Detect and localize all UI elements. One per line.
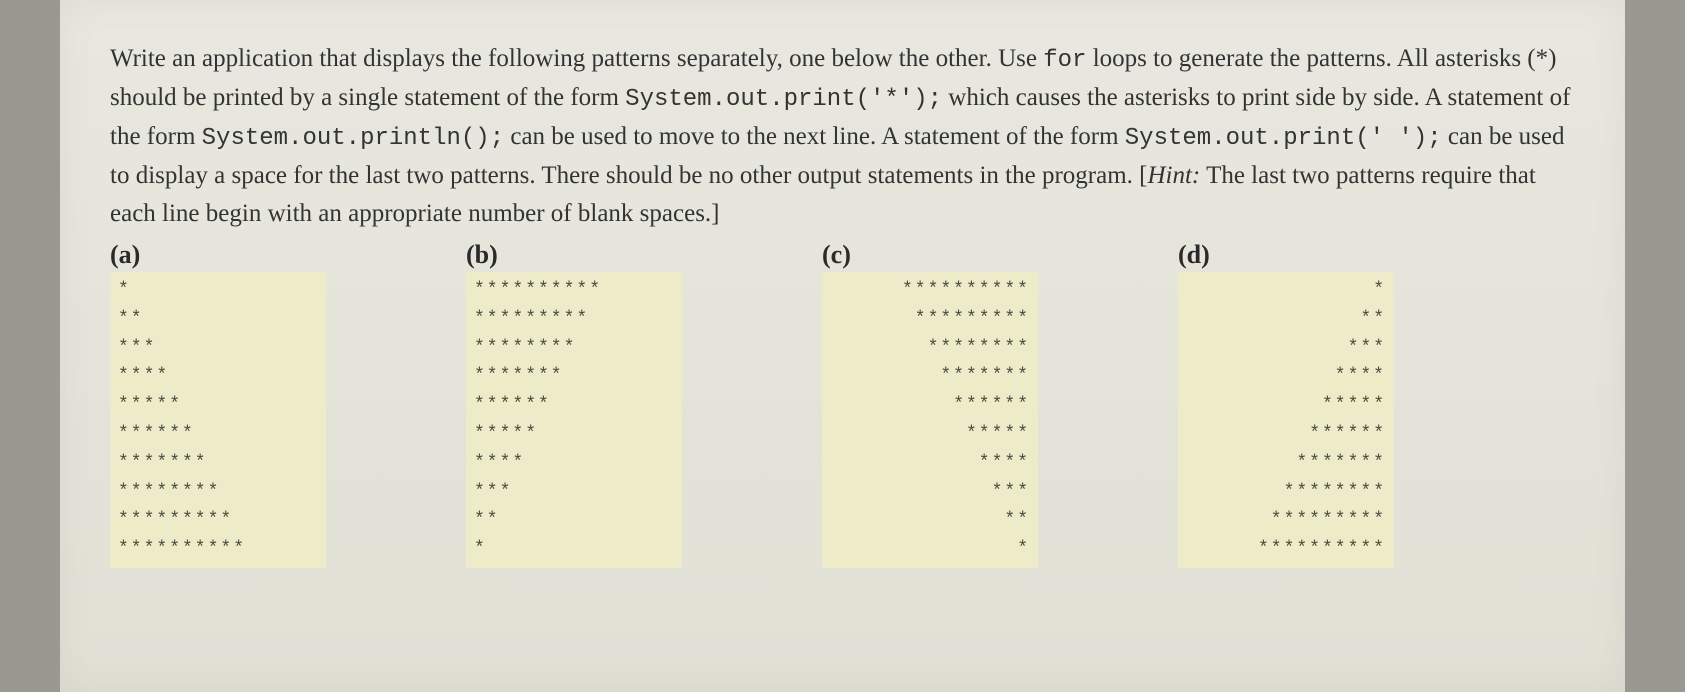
question-code4: System.out.print(' '); xyxy=(1125,125,1442,152)
question-part4: can be used to move to the next line. A … xyxy=(504,123,1125,150)
pattern-label-b: (b) xyxy=(466,240,682,270)
pattern-label-c: (c) xyxy=(822,240,1038,270)
pattern-lines-c: ********** ********* ******** ******* **… xyxy=(822,272,1038,568)
question-text: Write an application that displays the f… xyxy=(110,40,1575,232)
question-code2: System.out.print('*'); xyxy=(625,86,942,113)
page: Write an application that displays the f… xyxy=(60,0,1625,692)
question-code1: for xyxy=(1043,47,1086,74)
pattern-lines-d: * ** *** **** ***** ****** ******* *****… xyxy=(1178,272,1394,568)
question-part1: Write an application that displays the f… xyxy=(110,45,1043,72)
question-code3: System.out.println(); xyxy=(202,125,504,152)
pattern-c: (c) ********** ********* ******** ******… xyxy=(822,240,1038,568)
pattern-lines-a: * ** *** **** ***** ****** ******* *****… xyxy=(110,272,326,568)
pattern-label-d: (d) xyxy=(1178,240,1394,270)
question-hint-label: Hint: xyxy=(1147,162,1200,189)
pattern-a: (a) * ** *** **** ***** ****** ******* *… xyxy=(110,240,326,568)
pattern-d: (d) * ** *** **** ***** ****** ******* *… xyxy=(1178,240,1394,568)
pattern-label-a: (a) xyxy=(110,240,326,270)
patterns-container: (a) * ** *** **** ***** ****** ******* *… xyxy=(110,240,1575,568)
pattern-lines-b: ********** ********* ******** ******* **… xyxy=(466,272,682,568)
pattern-b: (b) ********** ********* ******** ******… xyxy=(466,240,682,568)
